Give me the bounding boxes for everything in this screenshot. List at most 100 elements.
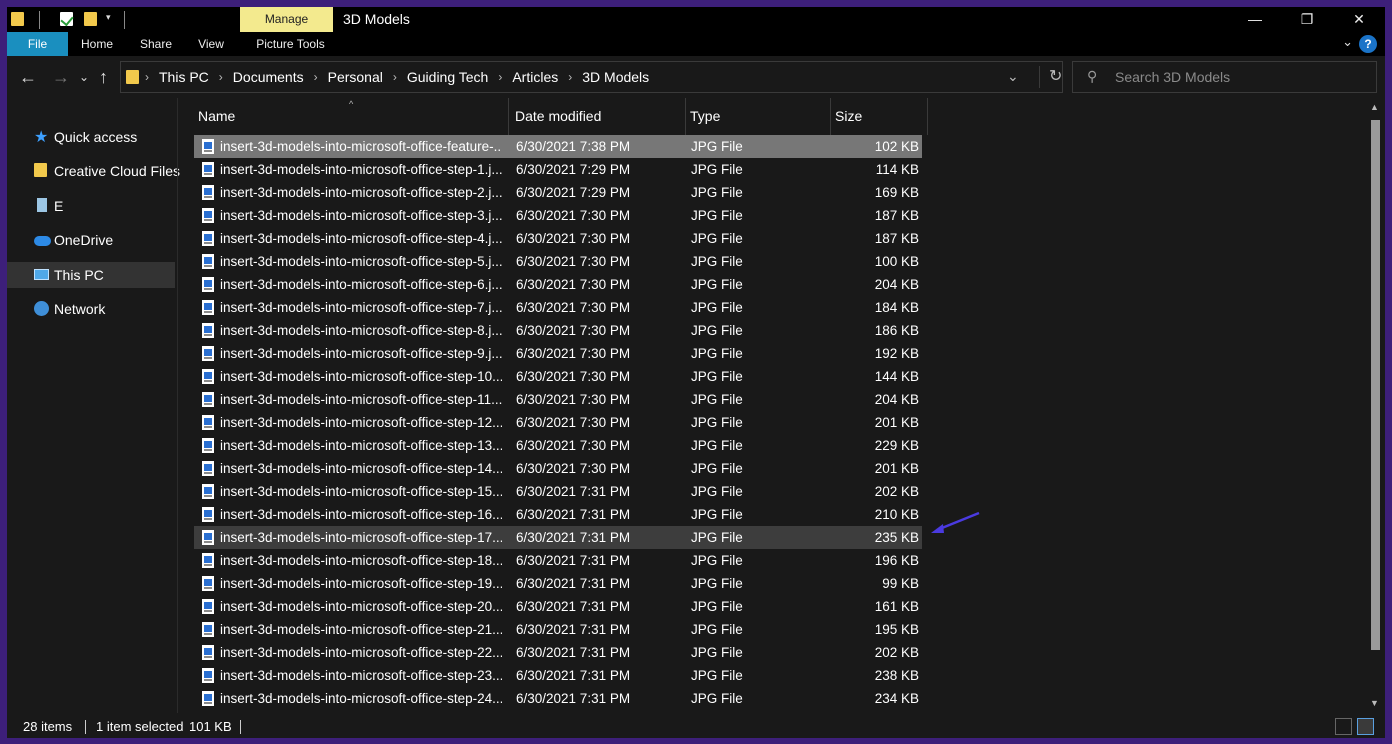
file-row[interactable]: insert-3d-models-into-microsoft-office-s… — [194, 572, 922, 595]
refresh-icon[interactable]: ↻ — [1039, 66, 1062, 88]
chevron-right-icon[interactable]: › — [568, 70, 572, 84]
breadcrumb-personal[interactable]: Personal — [328, 69, 383, 85]
up-arrow-icon[interactable]: ↑ — [99, 66, 108, 88]
file-date: 6/30/2021 7:30 PM — [516, 300, 631, 315]
manage-tab[interactable]: Manage — [240, 7, 333, 32]
breadcrumb-documents[interactable]: Documents — [233, 69, 304, 85]
file-row[interactable]: insert-3d-models-into-microsoft-office-s… — [194, 250, 922, 273]
chevron-right-icon[interactable]: › — [219, 70, 223, 84]
image-file-icon — [202, 346, 214, 361]
customize-toolbar-icon[interactable]: ▾ — [106, 12, 122, 28]
vertical-scrollbar[interactable]: ▲ ▼ — [1367, 98, 1385, 713]
breadcrumb-guiding-tech[interactable]: Guiding Tech — [407, 69, 488, 85]
file-size: 186 KB — [874, 323, 919, 338]
file-row[interactable]: insert-3d-models-into-microsoft-office-s… — [194, 503, 922, 526]
nav-item-network[interactable]: Network — [7, 296, 175, 322]
file-row[interactable]: insert-3d-models-into-microsoft-office-s… — [194, 595, 922, 618]
file-date: 6/30/2021 7:29 PM — [516, 185, 631, 200]
recent-locations-icon[interactable]: ⌄ — [79, 66, 89, 88]
chevron-right-icon: › — [145, 70, 149, 84]
chevron-right-icon[interactable]: › — [314, 70, 318, 84]
large-icons-view-icon[interactable] — [1357, 718, 1374, 735]
tab-view[interactable]: View — [193, 32, 229, 56]
breadcrumb-articles[interactable]: Articles — [512, 69, 558, 85]
forward-arrow-icon[interactable]: → — [52, 66, 70, 88]
file-row[interactable]: insert-3d-models-into-microsoft-office-s… — [194, 388, 922, 411]
title-bar: ▾ Manage 3D Models — ❐ ✕ — [7, 7, 1385, 32]
file-row[interactable]: insert-3d-models-into-microsoft-office-s… — [194, 342, 922, 365]
pane-divider[interactable] — [177, 98, 178, 713]
column-header-type[interactable]: Type — [686, 98, 831, 135]
nav-item-drive-e[interactable]: E — [7, 193, 175, 219]
breadcrumb-this-pc[interactable]: This PC — [159, 69, 209, 85]
file-name: insert-3d-models-into-microsoft-office-s… — [220, 300, 502, 315]
details-view-icon[interactable] — [1335, 718, 1352, 735]
file-row[interactable]: insert-3d-models-into-microsoft-office-s… — [194, 687, 922, 710]
properties-icon[interactable] — [60, 12, 76, 28]
address-dropdown-icon[interactable]: ⌄ — [1007, 68, 1019, 85]
column-header-date[interactable]: Date modified — [511, 98, 686, 135]
file-row[interactable]: insert-3d-models-into-microsoft-office-s… — [194, 664, 922, 687]
nav-item-this-pc[interactable]: This PC — [7, 262, 175, 288]
file-name: insert-3d-models-into-microsoft-office-s… — [220, 553, 502, 568]
file-name: insert-3d-models-into-microsoft-office-s… — [220, 346, 502, 361]
file-rows: insert-3d-models-into-microsoft-office-f… — [194, 135, 934, 710]
search-input[interactable] — [1115, 62, 1365, 92]
chevron-right-icon[interactable]: › — [498, 70, 502, 84]
file-size: 210 KB — [874, 507, 919, 522]
file-size: 187 KB — [874, 231, 919, 246]
file-row[interactable]: insert-3d-models-into-microsoft-office-s… — [194, 296, 922, 319]
file-row[interactable]: insert-3d-models-into-microsoft-office-s… — [194, 204, 922, 227]
close-button[interactable]: ✕ — [1333, 7, 1385, 32]
file-row[interactable]: insert-3d-models-into-microsoft-office-s… — [194, 365, 922, 388]
file-type: JPG File — [691, 576, 743, 591]
back-arrow-icon[interactable]: ← — [19, 66, 37, 88]
file-row[interactable]: insert-3d-models-into-microsoft-office-s… — [194, 480, 922, 503]
file-row[interactable]: insert-3d-models-into-microsoft-office-s… — [194, 411, 922, 434]
file-row[interactable]: insert-3d-models-into-microsoft-office-s… — [194, 227, 922, 250]
file-row[interactable]: insert-3d-models-into-microsoft-office-s… — [194, 273, 922, 296]
file-row[interactable]: insert-3d-models-into-microsoft-office-s… — [194, 618, 922, 641]
column-header-name[interactable]: Name — [194, 98, 509, 135]
address-bar[interactable]: › This PC › Documents › Personal › Guidi… — [120, 61, 1063, 93]
restore-button[interactable]: ❐ — [1281, 7, 1333, 32]
column-header-size[interactable]: Size — [831, 98, 928, 135]
search-box[interactable]: ⚲ — [1072, 61, 1377, 93]
chevron-right-icon[interactable]: › — [393, 70, 397, 84]
file-row[interactable]: insert-3d-models-into-microsoft-office-s… — [194, 434, 922, 457]
expand-ribbon-icon[interactable]: ⌄ — [1342, 34, 1353, 50]
file-row[interactable]: insert-3d-models-into-microsoft-office-s… — [194, 549, 922, 572]
file-size: 144 KB — [874, 369, 919, 384]
tab-share[interactable]: Share — [135, 32, 177, 56]
image-file-icon — [202, 668, 214, 683]
scroll-up-icon[interactable]: ▲ — [1370, 102, 1379, 112]
minimize-button[interactable]: — — [1229, 7, 1281, 32]
scroll-down-icon[interactable]: ▼ — [1370, 698, 1379, 708]
breadcrumb: › This PC › Documents › Personal › Guidi… — [145, 62, 649, 92]
tab-picture-tools[interactable]: Picture Tools — [247, 32, 334, 56]
file-row[interactable]: insert-3d-models-into-microsoft-office-s… — [194, 319, 922, 342]
status-bar: 28 items 1 item selected 101 KB — [7, 715, 1385, 738]
image-file-icon — [202, 691, 214, 706]
tab-file[interactable]: File — [7, 32, 68, 56]
file-date: 6/30/2021 7:30 PM — [516, 392, 631, 407]
breadcrumb-3d-models[interactable]: 3D Models — [582, 69, 649, 85]
folder-icon — [34, 163, 50, 179]
new-folder-icon[interactable] — [84, 12, 100, 28]
scrollbar-thumb[interactable] — [1371, 120, 1380, 650]
file-row[interactable]: insert-3d-models-into-microsoft-office-s… — [194, 641, 922, 664]
file-type: JPG File — [691, 254, 743, 269]
nav-item-onedrive[interactable]: OneDrive — [7, 227, 175, 253]
file-row[interactable]: insert-3d-models-into-microsoft-office-f… — [194, 135, 922, 158]
nav-item-creative-cloud[interactable]: Creative Cloud Files — [7, 158, 180, 184]
file-row[interactable]: insert-3d-models-into-microsoft-office-s… — [194, 526, 922, 549]
file-name: insert-3d-models-into-microsoft-office-s… — [220, 254, 502, 269]
file-row[interactable]: insert-3d-models-into-microsoft-office-s… — [194, 158, 922, 181]
nav-item-quick-access[interactable]: ★ Quick access — [7, 124, 175, 150]
image-file-icon — [202, 599, 214, 614]
file-size: 196 KB — [874, 553, 919, 568]
file-row[interactable]: insert-3d-models-into-microsoft-office-s… — [194, 181, 922, 204]
tab-home[interactable]: Home — [74, 32, 120, 56]
file-row[interactable]: insert-3d-models-into-microsoft-office-s… — [194, 457, 922, 480]
help-icon[interactable]: ? — [1359, 35, 1377, 53]
